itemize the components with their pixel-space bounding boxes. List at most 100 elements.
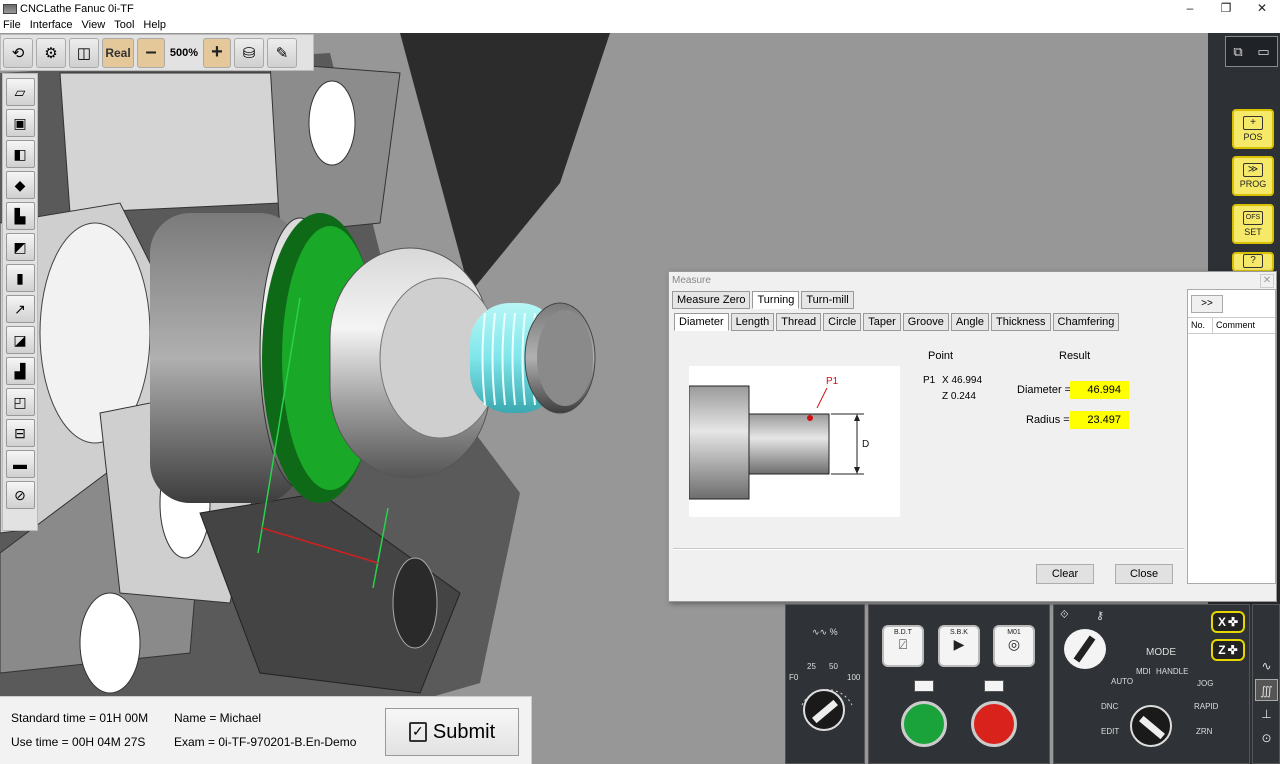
z-axis-button[interactable]: Z ✜ [1211, 639, 1245, 661]
mode-handle: HANDLE [1156, 667, 1189, 676]
view-top-icon[interactable]: ▱ [5, 78, 35, 106]
column-comment: Comment [1216, 320, 1256, 330]
section-icon[interactable]: ◪ [5, 326, 35, 354]
menu-interface[interactable]: Interface [30, 19, 73, 31]
dialog-close-icon[interactable]: ✕ [1260, 274, 1274, 288]
dialog-title: Measure [672, 275, 711, 286]
mode-zrn: ZRN [1196, 727, 1213, 736]
feed-hold-button[interactable] [971, 701, 1017, 747]
prog-icon: ≫ [1243, 163, 1263, 177]
handle-x1-icon[interactable]: ∿ [1255, 655, 1278, 677]
tab-measure-zero[interactable]: Measure Zero [672, 291, 751, 309]
pos-button[interactable]: + POS [1232, 109, 1274, 149]
menu-file[interactable]: File [3, 19, 21, 31]
menu-help[interactable]: Help [143, 19, 166, 31]
tool-path-icon[interactable]: ◩ [5, 233, 35, 261]
cycle-start-lamp [914, 680, 934, 692]
chuck-view-icon[interactable]: ◫ [69, 37, 99, 68]
block-delete-icon: ⍁ [898, 636, 908, 652]
mode-auto: AUTO [1111, 677, 1134, 686]
block-delete-button[interactable]: B.D.T ⍁ [882, 625, 924, 667]
tab-circle[interactable]: Circle [823, 313, 862, 331]
diameter-value: 46.994 [1070, 381, 1129, 399]
use-time: Use time = 00H 04M 27S [11, 735, 146, 749]
zoom-level: 500% [169, 46, 199, 59]
mode-rapid: RAPID [1194, 702, 1219, 711]
help-button[interactable]: ? [1232, 252, 1274, 272]
cycle-start-button[interactable] [901, 701, 947, 747]
restore-panel-icon[interactable]: ⧉ [1233, 44, 1242, 60]
key-icon: ⚷ [1096, 610, 1105, 622]
handle-strip: ∿ ∭ ⊥ ⊙ [1252, 604, 1280, 764]
tab-turning[interactable]: Turning [752, 291, 800, 309]
column-no: No. [1188, 318, 1213, 333]
real-view-button[interactable]: Real [102, 37, 134, 68]
tool-holder-icon[interactable]: ⛁ [234, 37, 264, 68]
pos-icon: + [1243, 116, 1263, 130]
view-toolbar: ⟲ ⚙ ◫ Real – 500% + ⛁ ✎ [0, 34, 314, 71]
turret-icon[interactable]: ▟ [5, 357, 35, 385]
tab-thread[interactable]: Thread [776, 313, 822, 331]
material-icon[interactable]: ▮ [5, 264, 35, 292]
point-x-value: X 46.994 [942, 375, 983, 386]
settings-gear-icon[interactable]: ⚙ [36, 37, 66, 68]
measurement-list: >> No. Comment [1187, 289, 1276, 584]
zoom-out-button[interactable]: – [137, 37, 165, 68]
tab-angle[interactable]: Angle [950, 313, 990, 331]
minimize-button[interactable]: – [1172, 0, 1208, 17]
tab-thickness[interactable]: Thickness [991, 313, 1051, 331]
mode-title: MODE [1146, 647, 1176, 658]
x-axis-icon: ✜ [1227, 615, 1239, 629]
menu-tool[interactable]: Tool [114, 19, 134, 31]
measure-tool-icon[interactable]: ✎ [267, 37, 297, 68]
reset-view-icon[interactable]: ⊘ [5, 481, 35, 509]
tool-change-icon[interactable]: ⊥ [1255, 703, 1278, 725]
dimension-label: D [862, 439, 869, 450]
maximize-panel-icon[interactable]: ▭ [1257, 44, 1269, 60]
spindle-icon[interactable]: ⊙ [1255, 727, 1278, 749]
tab-turn-mill[interactable]: Turn-mill [801, 291, 854, 309]
close-button[interactable]: Close [1115, 564, 1173, 584]
point-name: P1 [923, 375, 936, 386]
tab-taper[interactable]: Taper [863, 313, 901, 331]
tab-chamfering[interactable]: Chamfering [1052, 313, 1120, 331]
close-window-button[interactable]: ✕ [1244, 0, 1280, 17]
coolant-icon[interactable]: ◰ [5, 388, 35, 416]
workpiece-icon[interactable]: ▬ [5, 450, 35, 478]
optional-stop-button[interactable]: M01 ◎ [993, 625, 1035, 667]
submit-button[interactable]: ✓ Submit [385, 708, 519, 756]
tab-diameter[interactable]: Diameter [674, 313, 729, 331]
menu-view[interactable]: View [82, 19, 106, 31]
expand-button[interactable]: >> [1191, 295, 1223, 313]
point-header: Point [928, 350, 954, 362]
clear-button[interactable]: Clear [1036, 564, 1094, 584]
z-axis-icon: ✜ [1227, 643, 1238, 657]
machine-icon[interactable]: ▙ [5, 202, 35, 230]
feed-override-knob[interactable] [803, 689, 845, 731]
chuck-jaw-top [59, 72, 301, 214]
diameter-label: Diameter = [1017, 384, 1072, 396]
prog-button[interactable]: ≫ PROG [1232, 156, 1274, 196]
maximize-button[interactable]: ❐ [1208, 0, 1244, 17]
view-side-icon[interactable]: ◧ [5, 140, 35, 168]
single-block-button[interactable]: S.B.K ▶ [938, 625, 980, 667]
result-header: Result [1059, 350, 1091, 362]
radius-label: Radius = [1026, 414, 1070, 426]
zoom-in-button[interactable]: + [203, 37, 231, 68]
axis-icon[interactable]: ↗ [5, 295, 35, 323]
tab-groove[interactable]: Groove [902, 313, 949, 331]
emergency-key-switch[interactable] [1064, 629, 1106, 669]
load-program-icon[interactable]: ⟲ [3, 37, 33, 68]
exam-id: Exam = 0i-TF-970201-B.En-Demo [174, 735, 357, 749]
offset-setting-button[interactable]: OFS SET [1232, 204, 1274, 244]
title-bar: CNCLathe Fanuc 0i-TF – ❐ ✕ [0, 0, 1280, 17]
handle-x10-icon[interactable]: ∭ [1255, 679, 1278, 701]
standard-time: Standard time = 01H 00M [11, 711, 149, 725]
point-z-value: Z 0.244 [942, 391, 976, 402]
view-iso-icon[interactable]: ◆ [5, 171, 35, 199]
x-axis-button[interactable]: X ✜ [1211, 611, 1245, 633]
tailstock-icon[interactable]: ⊟ [5, 419, 35, 447]
view-front-icon[interactable]: ▣ [5, 109, 35, 137]
mode-selector-knob[interactable] [1130, 705, 1172, 747]
tab-length[interactable]: Length [730, 313, 775, 331]
